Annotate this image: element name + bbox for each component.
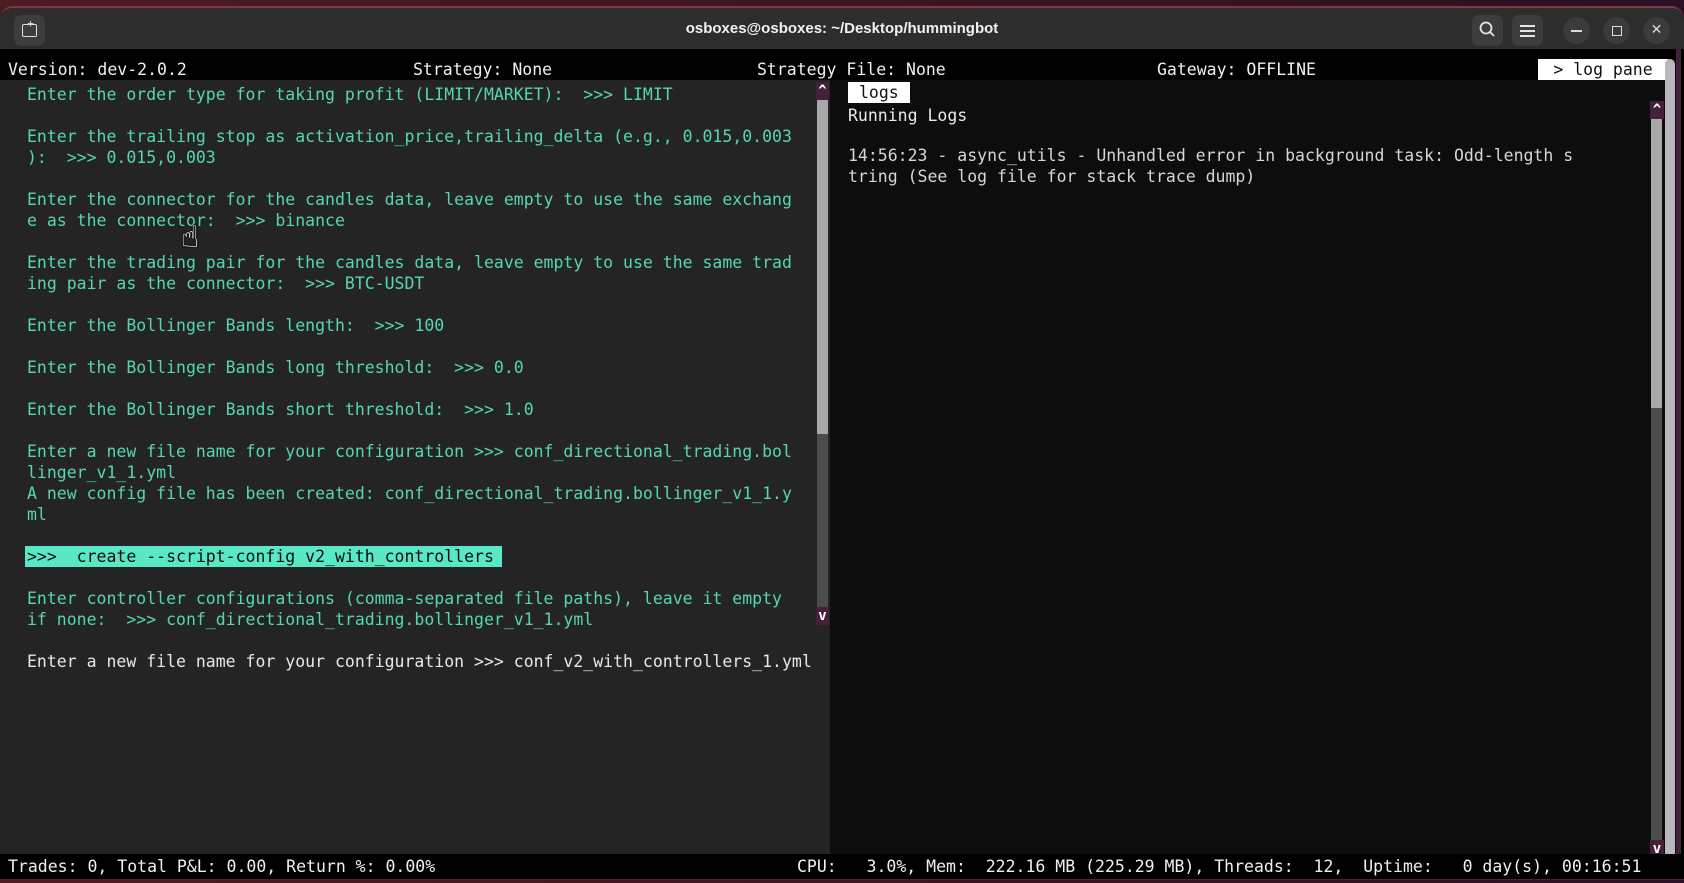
close-button[interactable]: ✕ (1643, 17, 1670, 44)
terminal-line: Enter the trading pair for the candles d… (27, 252, 792, 273)
terminal-line: A new config file has been created: conf… (27, 483, 792, 504)
terminal-line: Enter the connector for the candles data… (27, 189, 792, 210)
terminal-line: ml (27, 504, 47, 525)
scroll-up-arrow[interactable]: ^ (816, 82, 829, 100)
search-button[interactable] (1472, 15, 1503, 46)
left-pane-scrollbar[interactable]: ^ v (816, 80, 829, 640)
log-pane: logs Running Logs 14:56:23 - async_utils… (830, 80, 1676, 854)
terminal-line: Enter the order type for taking profit (… (27, 84, 673, 105)
log-line: tring (See log file for stack trace dump… (848, 166, 1255, 187)
close-icon: ✕ (1643, 17, 1670, 44)
trades-pnl-status: Trades: 0, Total P&L: 0.00, Return %: 0.… (8, 856, 435, 877)
terminal-line: Enter controller configurations (comma-s… (27, 588, 782, 609)
strategy-label: Strategy: None (413, 59, 552, 80)
terminal-line: ): >>> 0.015,0.003 (27, 147, 216, 168)
running-logs-header: Running Logs (848, 105, 967, 126)
scrollbar-track[interactable] (1651, 408, 1662, 840)
terminal-line: Enter the Bollinger Bands long threshold… (27, 357, 524, 378)
log-pane-scrollbar[interactable]: ^ v (1650, 101, 1664, 858)
bottom-status-bar: Trades: 0, Total P&L: 0.00, Return %: 0.… (0, 854, 1684, 879)
titlebar: osboxes@osboxes: ~/Desktop/hummingbot + … (0, 8, 1684, 49)
minimize-icon (1571, 30, 1582, 32)
new-tab-icon: + (22, 24, 37, 37)
terminal-line: Enter the Bollinger Bands short threshol… (27, 399, 534, 420)
terminal-scrollbar[interactable] (1665, 59, 1675, 874)
version-label: Version: dev-2.0.2 (8, 59, 187, 80)
log-line: 14:56:23 - async_utils - Unhandled error… (848, 145, 1573, 166)
terminal-window: osboxes@osboxes: ~/Desktop/hummingbot + … (0, 6, 1684, 880)
new-tab-button[interactable]: + (14, 15, 45, 46)
left-pane[interactable]: Enter the order type for taking profit (… (0, 80, 830, 854)
gateway-label: Gateway: OFFLINE (1157, 59, 1316, 80)
menu-button[interactable] (1512, 15, 1543, 46)
strategy-file-label: Strategy File: None (757, 59, 946, 80)
maximize-button[interactable] (1603, 17, 1630, 44)
terminal-line: Enter a new file name for your configura… (27, 441, 792, 462)
terminal-line: if none: >>> conf_directional_trading.bo… (27, 609, 593, 630)
hand-cursor: ☝ (181, 220, 199, 255)
terminal-line: >>> create --script-config v2_with_contr… (25, 546, 502, 567)
logs-tab[interactable]: logs (848, 82, 910, 103)
scrollbar-track[interactable] (817, 434, 828, 607)
terminal-line: Enter a new file name for your configura… (27, 651, 812, 672)
scrollbar-thumb[interactable] (817, 100, 828, 434)
search-icon (1472, 15, 1503, 46)
minimize-button[interactable] (1563, 17, 1590, 44)
terminal-line: linger_v1_1.yml (27, 462, 176, 483)
window-bottom-border (0, 879, 1684, 880)
log-pane-toggle[interactable]: > log pane (1538, 59, 1668, 80)
window-edge (1676, 49, 1681, 880)
scroll-up-arrow[interactable]: ^ (1650, 101, 1664, 119)
terminal-line: Enter the Bollinger Bands length: >>> 10… (27, 315, 444, 336)
scrollbar-thumb[interactable] (1651, 119, 1662, 408)
scroll-down-arrow[interactable]: v (816, 607, 829, 625)
menu-icon (1520, 25, 1535, 27)
maximize-icon (1612, 26, 1622, 36)
top-status-row: Version: dev-2.0.2 Strategy: None Strate… (0, 59, 1684, 80)
terminal-line: Enter the trailing stop as activation_pr… (27, 126, 792, 147)
terminal-line: ing pair as the connector: >>> BTC-USDT (27, 273, 424, 294)
window-title: osboxes@osboxes: ~/Desktop/hummingbot (0, 8, 1684, 49)
system-stats-status: CPU: 3.0%, Mem: 222.16 MB (225.29 MB), T… (797, 856, 1641, 877)
